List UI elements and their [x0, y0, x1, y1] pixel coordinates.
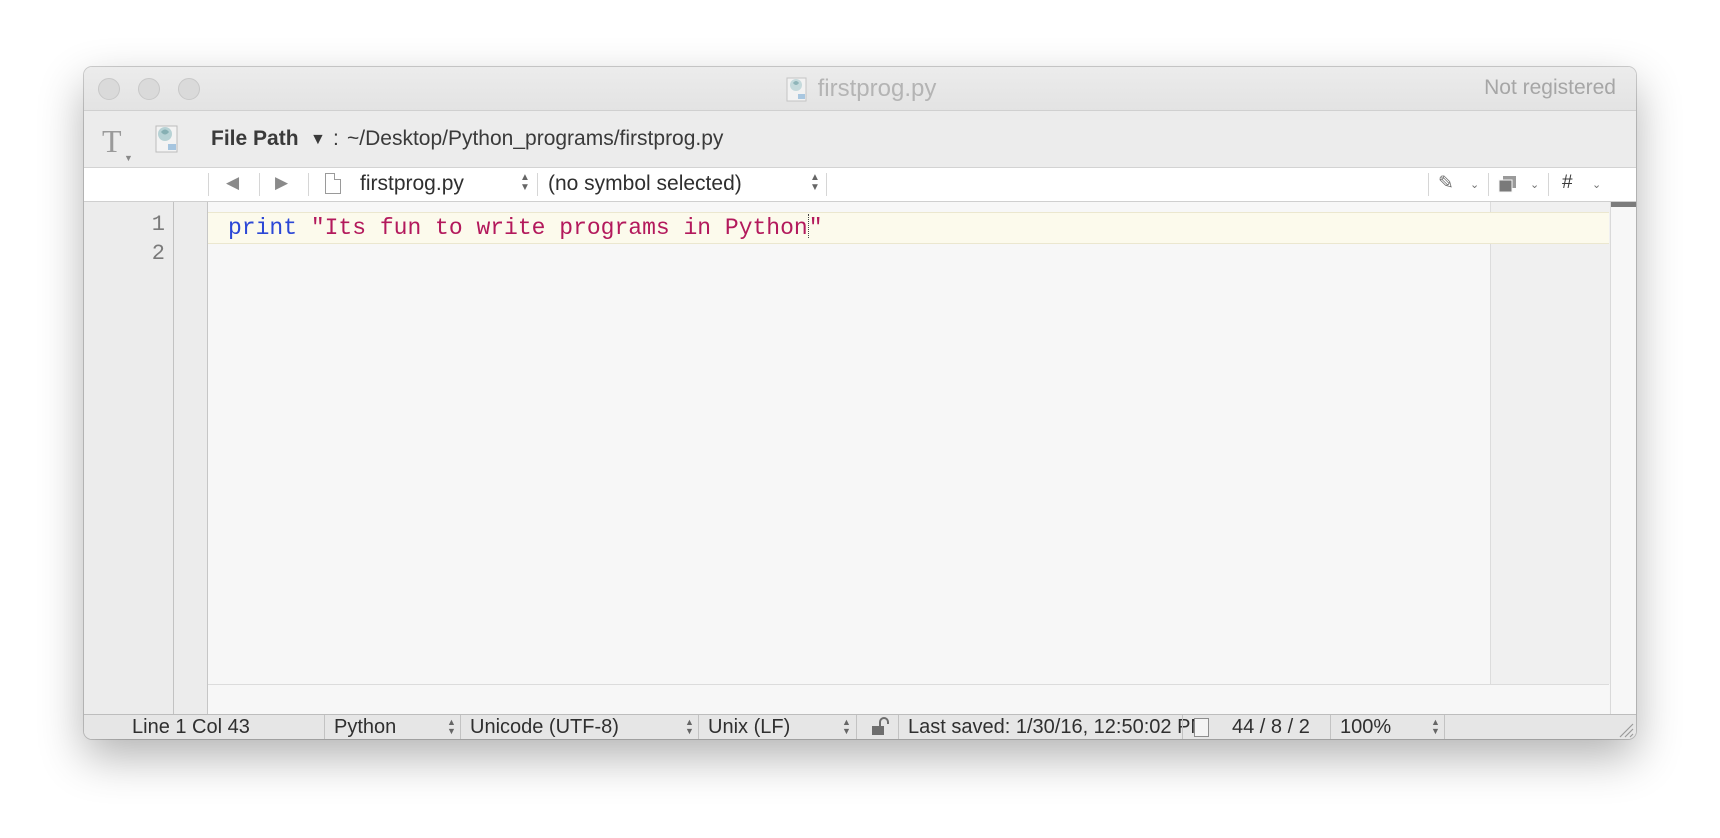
file-path-label[interactable]: File Path [211, 127, 299, 151]
code-string: "Its fun to write programs in Python [310, 215, 808, 241]
updown-arrows-icon[interactable]: ▲ ▼ [520, 173, 530, 193]
status-bar: Line 1 Col 43 Python ▲ ▼ Unicode (UTF-8) … [84, 714, 1636, 739]
text-format-menu[interactable]: T ▼ [102, 123, 133, 163]
updown-arrows-icon[interactable]: ▲ ▼ [842, 718, 851, 736]
divider [1182, 715, 1183, 739]
file-path-separator: : [333, 127, 339, 150]
unlock-icon[interactable] [870, 717, 890, 737]
divider [1428, 173, 1429, 196]
marker-icon[interactable]: ✎ [1438, 172, 1454, 195]
divider [308, 173, 309, 196]
scrollbar-thumb[interactable] [1611, 202, 1636, 207]
updown-arrows-icon[interactable]: ▲ ▼ [810, 173, 820, 193]
chevron-down-icon[interactable]: ⌄ [1470, 178, 1479, 191]
chevron-down-icon: ▼ [124, 153, 133, 163]
line-number-gutter: 1 2 [84, 202, 174, 714]
code-keyword: print [228, 215, 298, 241]
python-file-icon[interactable] [152, 123, 182, 155]
cursor-position[interactable]: Line 1 Col 43 [132, 716, 250, 739]
vertical-scrollbar[interactable] [1610, 202, 1636, 714]
divider [537, 173, 538, 196]
language-selector[interactable]: Python [334, 716, 396, 739]
divider [856, 715, 857, 739]
updown-arrows-icon[interactable]: ▲ ▼ [685, 718, 694, 736]
divider [1330, 715, 1331, 739]
divider [898, 715, 899, 739]
forward-button[interactable]: ▶ [275, 173, 288, 193]
divider [324, 715, 325, 739]
python-file-icon[interactable] [784, 75, 810, 103]
document-icon [325, 173, 341, 194]
divider [208, 173, 209, 196]
page-guide-margin [1490, 202, 1610, 684]
symbol-selector[interactable]: (no symbol selected) [548, 172, 742, 196]
divider [698, 715, 699, 739]
divider [1548, 173, 1549, 196]
back-button[interactable]: ◀ [226, 173, 239, 193]
file-selector[interactable]: firstprog.py [360, 172, 464, 196]
line-number-menu[interactable]: # [1562, 172, 1573, 194]
zoom-level[interactable]: 100% [1340, 716, 1391, 739]
path-bar: T ▼ File Path ▼ : ~/Desktop/Python_progra… [84, 111, 1636, 168]
file-path-value: ~/Desktop/Python_programs/firstprog.py [347, 127, 724, 150]
window-title-text: firstprog.py [817, 74, 937, 102]
last-saved: Last saved: 1/30/16, 12:50:02 PM [908, 716, 1208, 738]
divider [1488, 173, 1489, 196]
updown-arrows-icon[interactable]: ▲ ▼ [447, 718, 456, 736]
divider [208, 684, 1609, 685]
title-bar: firstprog.py Not registered [84, 67, 1636, 111]
encoding-selector[interactable]: Unicode (UTF-8) [470, 716, 619, 739]
file-path-dropdown-icon[interactable]: ▼ [310, 131, 326, 149]
code-line[interactable]: print "Its fun to write programs in Pyth… [228, 214, 823, 241]
document-counts[interactable]: 44 / 8 / 2 [1232, 716, 1310, 739]
chevron-down-icon[interactable]: ⌄ [1530, 178, 1539, 191]
updown-arrows-icon[interactable]: ▲ ▼ [1431, 718, 1440, 736]
line-number: 1 [151, 212, 165, 237]
divider [460, 715, 461, 739]
divider [826, 173, 827, 196]
window-title: firstprog.py [84, 67, 1636, 110]
editor-window: firstprog.py Not registered T ▼ File Path… [84, 67, 1636, 739]
line-number: 2 [151, 241, 165, 266]
document-icon [1194, 718, 1209, 737]
registration-status: Not registered [1484, 76, 1616, 99]
resize-grip-icon[interactable] [1616, 720, 1634, 738]
code-editor[interactable] [208, 202, 1609, 714]
documents-icon[interactable] [1498, 175, 1518, 193]
chevron-down-icon[interactable]: ⌄ [1592, 178, 1601, 191]
divider [259, 173, 260, 196]
code-string-end: " [808, 215, 823, 241]
navigation-bar: ◀ ▶ firstprog.py ▲ ▼ (no symbol selected)… [84, 168, 1636, 202]
line-endings-selector[interactable]: Unix (LF) [708, 716, 790, 739]
fold-column[interactable] [174, 202, 208, 714]
divider [1444, 715, 1445, 739]
